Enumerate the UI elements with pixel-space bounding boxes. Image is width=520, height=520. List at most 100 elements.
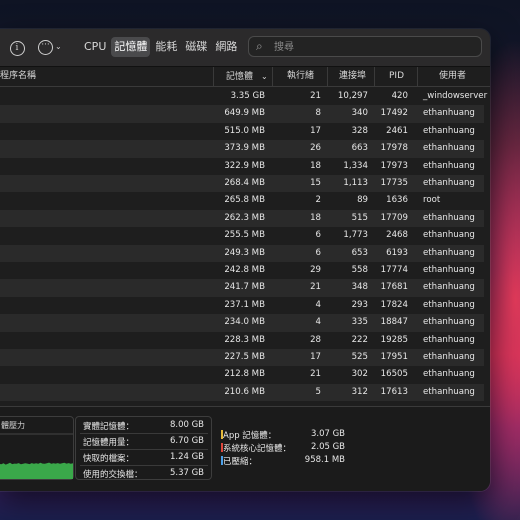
user-cell: ethanhuang	[423, 299, 475, 310]
user-cell: ethanhuang	[423, 317, 475, 328]
table-row[interactable]: 255.5 MB 6 1,773 2468 ethanhuang	[0, 227, 484, 244]
pid-cell: 17978	[380, 143, 408, 154]
table-row[interactable]: 373.9 MB 26 663 17978 ethanhuang	[0, 140, 484, 158]
pid-cell: 2468	[386, 230, 408, 241]
breakdown-value: 958.1 MB	[304, 455, 345, 465]
memory-pressure-panel: 體壓力	[0, 416, 74, 480]
pid-cell: 18847	[380, 317, 408, 328]
pid-cell: 17613	[380, 386, 408, 397]
user-cell: ethanhuang	[423, 160, 475, 171]
more-actions-button[interactable]: ··· ⌄	[38, 38, 64, 56]
pid-cell: 17951	[380, 352, 408, 362]
column-header-memory[interactable]: 記憶體 ⌄	[213, 67, 271, 86]
activity-monitor-window: i ···⌄ CPU 記憶體 能耗 磁碟 網路 ⌕ 程序名稱 記憶體⌄ 執行緒 …	[0, 29, 490, 491]
column-header-ports[interactable]: 連接埠	[327, 67, 373, 86]
threads-cell: 21	[310, 91, 321, 101]
threads-cell: 18	[310, 212, 321, 223]
ports-cell: 348	[351, 282, 368, 293]
scrollbar-track[interactable]	[485, 88, 489, 406]
threads-cell: 6	[315, 230, 321, 241]
ports-cell: 89	[357, 195, 368, 206]
threads-cell: 15	[310, 178, 321, 188]
memory-pressure-label: 體壓力	[1, 421, 25, 430]
column-header-threads[interactable]: 執行緒	[272, 67, 326, 86]
table-row[interactable]: 262.3 MB 18 515 17709 ethanhuang	[0, 209, 484, 228]
stat-value: 8.00 GB	[169, 420, 204, 430]
tab-energy[interactable]: 能耗	[152, 37, 180, 57]
threads-cell: 8	[315, 108, 321, 119]
column-header-process-name[interactable]: 程序名稱	[0, 67, 212, 86]
breakdown-value: 3.07 GB	[310, 429, 345, 439]
memory-summary-footer: 體壓力 實體記憶體： 8.00 GB 記憶體用量： 6.70 GB 快取的檔案： 1.24…	[0, 406, 490, 491]
memory-cell: 249.3 MB	[224, 247, 265, 258]
ports-cell: 653	[351, 247, 368, 258]
table-row[interactable]: 3.35 GB 21 10,297 420 _windowserver	[0, 88, 488, 105]
memory-cell: 210.6 MB	[224, 386, 265, 397]
memory-cell: 237.1 MB	[224, 299, 265, 310]
info-button[interactable]: i	[9, 38, 25, 56]
column-header-user[interactable]: 使用者	[417, 67, 485, 86]
memory-cell: 322.9 MB	[224, 160, 265, 171]
tab-cpu[interactable]: CPU	[81, 37, 109, 57]
table-row[interactable]: 322.9 MB 18 1,334 17973 ethanhuang	[0, 158, 484, 175]
ports-cell: 663	[351, 143, 368, 154]
table-row[interactable]: 249.3 MB 6 653 6193 ethanhuang	[0, 244, 484, 262]
user-cell: ethanhuang	[423, 178, 475, 188]
table-row[interactable]: 237.1 MB 4 293 17824 ethanhuang	[0, 297, 484, 314]
user-cell: ethanhuang	[423, 369, 475, 380]
user-cell: ethanhuang	[423, 265, 475, 275]
table-row[interactable]: 228.3 MB 28 222 19285 ethanhuang	[0, 332, 484, 349]
table-row[interactable]: 265.8 MB 2 89 1636 root	[0, 192, 484, 209]
tab-disk[interactable]: 磁碟	[182, 37, 210, 57]
pid-cell: 17492	[380, 108, 408, 119]
pid-cell: 6193	[386, 247, 408, 258]
threads-cell: 17	[310, 352, 321, 362]
threads-cell: 21	[310, 369, 321, 380]
table-row[interactable]: 268.4 MB 15 1,113 17735 ethanhuang	[0, 175, 484, 193]
ports-cell: 525	[351, 352, 368, 362]
column-header-pid[interactable]: PID	[374, 67, 416, 86]
table-row[interactable]: 210.6 MB 5 312 17613 ethanhuang	[0, 383, 484, 402]
breakdown-label: App 記憶體：	[223, 431, 277, 441]
ports-cell: 302	[351, 369, 368, 380]
threads-cell: 2	[315, 195, 321, 206]
table-row[interactable]: 242.8 MB 29 558 17774 ethanhuang	[0, 262, 484, 279]
table-row[interactable]: 241.7 MB 21 348 17681 ethanhuang	[0, 279, 484, 297]
threads-cell: 17	[310, 125, 321, 136]
memory-cell: 255.5 MB	[224, 230, 265, 241]
pid-cell: 420	[391, 91, 408, 101]
user-cell: ethanhuang	[423, 212, 475, 223]
memory-pressure-area	[0, 462, 73, 479]
threads-cell: 4	[315, 299, 321, 310]
user-cell: ethanhuang	[423, 143, 475, 154]
pid-cell: 17973	[380, 160, 408, 171]
pid-cell: 17681	[380, 282, 408, 293]
search-input[interactable]	[272, 38, 476, 57]
memory-cell: 515.0 MB	[224, 125, 265, 136]
memory-cell: 373.9 MB	[224, 143, 265, 154]
ellipsis-icon: ···	[38, 39, 53, 55]
memory-cell: 265.8 MB	[224, 195, 265, 206]
ports-cell: 222	[351, 334, 368, 345]
table-row[interactable]: 649.9 MB 8 340 17492 ethanhuang	[0, 105, 484, 123]
memory-cell: 649.9 MB	[224, 108, 265, 119]
user-cell: ethanhuang	[423, 282, 475, 293]
tab-network[interactable]: 網路	[212, 37, 240, 57]
table-row[interactable]: 234.0 MB 4 335 18847 ethanhuang	[0, 314, 484, 332]
breakdown-label: 系統核心記憶體：	[223, 444, 292, 454]
memory-cell: 242.8 MB	[224, 265, 265, 275]
table-row[interactable]: 515.0 MB 17 328 2461 ethanhuang	[0, 123, 484, 140]
memory-cell: 241.7 MB	[224, 282, 265, 293]
pid-cell: 17774	[380, 265, 408, 275]
search-field[interactable]: ⌕	[248, 36, 482, 57]
table-row[interactable]: 212.8 MB 21 302 16505 ethanhuang	[0, 366, 484, 383]
stat-divider	[80, 433, 208, 434]
threads-cell: 4	[315, 317, 321, 328]
table-row[interactable]: 227.5 MB 17 525 17951 ethanhuang	[0, 349, 484, 367]
ports-cell: 1,773	[343, 230, 368, 241]
stat-label: 實體記憶體：	[83, 422, 135, 432]
tab-memory[interactable]: 記憶體	[111, 37, 151, 57]
pid-cell: 17735	[380, 178, 408, 188]
search-icon: ⌕	[256, 39, 263, 53]
user-cell: ethanhuang	[423, 334, 475, 345]
